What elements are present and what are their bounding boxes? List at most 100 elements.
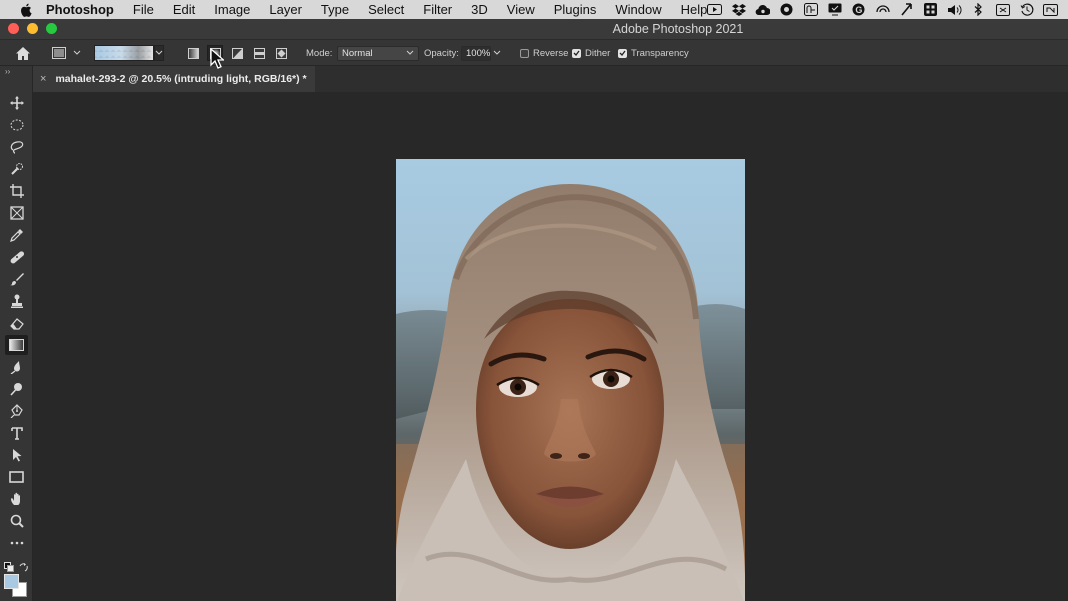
document-image[interactable] — [396, 159, 745, 601]
canvas-area[interactable] — [33, 92, 1068, 601]
window-title: Adobe Photoshop 2021 — [612, 22, 744, 36]
mouse-cursor-icon — [210, 47, 226, 75]
gradient-dropdown-button[interactable] — [154, 45, 164, 61]
opacity-control: 100% — [461, 40, 502, 66]
menu-layer[interactable]: Layer — [269, 0, 302, 19]
menu-image[interactable]: Image — [214, 0, 250, 19]
photoshop-window: { "menubar": { "app_name": "Photoshop", … — [0, 0, 1068, 601]
move-icon[interactable] — [5, 93, 28, 113]
close-tab-icon[interactable]: × — [40, 73, 46, 85]
wifi-icon[interactable] — [1043, 3, 1058, 16]
menu-filter[interactable]: Filter — [423, 0, 452, 19]
zoom-icon[interactable] — [5, 511, 28, 531]
chevron-down-icon — [406, 50, 414, 55]
hand-icon[interactable] — [5, 489, 28, 509]
display-icon[interactable] — [827, 3, 842, 16]
dither-label: Dither — [585, 47, 611, 59]
control-center-icon[interactable] — [923, 3, 938, 16]
diamond-gradient-icon[interactable] — [273, 45, 289, 61]
dropbox-icon[interactable] — [731, 3, 746, 16]
menu-edit[interactable]: Edit — [173, 0, 195, 19]
cloud-icon[interactable] — [899, 3, 914, 16]
mode-value: Normal — [342, 47, 373, 59]
document-tab-bar: × mahalet-293-2 @ 20.5% (intruding light… — [33, 66, 1068, 92]
healing-brush-icon[interactable] — [5, 247, 28, 267]
checkmark-icon — [619, 50, 626, 56]
menu-window[interactable]: Window — [615, 0, 661, 19]
clone-stamp-icon[interactable] — [5, 291, 28, 311]
frame-icon[interactable] — [5, 203, 28, 223]
brush-icon[interactable] — [5, 269, 28, 289]
home-button[interactable] — [15, 40, 31, 66]
svg-text:G: G — [855, 5, 862, 15]
opacity-dropdown-button[interactable] — [492, 45, 502, 61]
tools-panel: ›› — [0, 66, 33, 601]
gradient-type-group — [185, 40, 289, 66]
linear-gradient-icon[interactable] — [185, 45, 201, 61]
time-machine-icon[interactable] — [1019, 3, 1034, 16]
gradient-picker[interactable] — [94, 40, 164, 66]
opacity-value: 100% — [466, 47, 491, 59]
mode-control: Normal — [337, 40, 419, 66]
screen-icon[interactable] — [995, 3, 1010, 16]
chevron-down-icon — [73, 50, 81, 55]
eyedropper-icon[interactable] — [5, 225, 28, 245]
tool-preset-picker[interactable] — [52, 40, 82, 66]
options-bar: Mode: Normal Opacity: 100% Reverse Dithe… — [0, 40, 1068, 66]
opacity-label: Opacity: — [424, 47, 459, 59]
eraser-icon[interactable] — [5, 313, 28, 333]
opacity-input[interactable]: 100% — [461, 45, 491, 61]
screen-record-icon[interactable] — [707, 3, 722, 16]
document-tab-title: mahalet-293-2 @ 20.5% (intruding light, … — [55, 73, 307, 85]
gradient-swatch[interactable] — [94, 45, 154, 61]
dither-checkbox[interactable] — [572, 48, 581, 58]
checkmark-icon — [573, 50, 580, 56]
dodge-icon[interactable] — [5, 379, 28, 399]
blur-icon[interactable] — [5, 357, 28, 377]
transparency-option[interactable]: Transparency — [618, 40, 689, 66]
document-tab[interactable]: × mahalet-293-2 @ 20.5% (intruding light… — [33, 66, 315, 92]
marquee-icon[interactable] — [5, 115, 28, 135]
angle-gradient-icon[interactable] — [229, 45, 245, 61]
chevron-down-icon — [493, 50, 501, 55]
app-icon[interactable] — [803, 3, 818, 16]
grammarly-icon[interactable]: G — [851, 3, 866, 16]
expand-panel-icon[interactable]: ›› — [5, 67, 10, 76]
chevron-down-icon — [155, 50, 163, 55]
reverse-label: Reverse — [533, 47, 569, 59]
creative-cloud-icon[interactable] — [755, 3, 770, 16]
bluetooth-icon[interactable] — [971, 3, 986, 16]
menu-help[interactable]: Help — [681, 0, 708, 19]
reflected-gradient-icon[interactable] — [251, 45, 267, 61]
chrome-icon[interactable] — [779, 3, 794, 16]
menu-bar: Photoshop File Edit Image Layer Type Sel… — [0, 0, 1068, 19]
crop-icon[interactable] — [5, 181, 28, 201]
pen-icon[interactable] — [5, 401, 28, 421]
transparency-checkbox[interactable] — [618, 48, 627, 58]
menu-view[interactable]: View — [507, 0, 535, 19]
airplay-icon[interactable] — [875, 3, 890, 16]
type-icon[interactable] — [5, 423, 28, 443]
lasso-icon[interactable] — [5, 137, 28, 157]
apple-icon[interactable] — [17, 3, 35, 17]
rectangle-icon[interactable] — [5, 467, 28, 487]
menu-type[interactable]: Type — [321, 0, 349, 19]
reverse-checkbox[interactable] — [520, 48, 529, 58]
menu-plugins[interactable]: Plugins — [554, 0, 597, 19]
quick-selection-icon[interactable] — [5, 159, 28, 179]
mode-select[interactable]: Normal — [337, 45, 419, 61]
foreground-color-swatch[interactable] — [4, 574, 19, 589]
reverse-option[interactable]: Reverse — [520, 40, 568, 66]
transparency-label: Transparency — [631, 47, 689, 59]
dither-option[interactable]: Dither — [572, 40, 610, 66]
more-tools-icon[interactable] — [5, 533, 28, 553]
volume-icon[interactable] — [947, 3, 962, 16]
menu-app-name[interactable]: Photoshop — [46, 0, 114, 19]
menu-3d[interactable]: 3D — [471, 0, 488, 19]
gradient-icon[interactable] — [5, 335, 28, 355]
menu-file[interactable]: File — [133, 0, 154, 19]
swap-colors-icon[interactable] — [19, 559, 28, 577]
path-selection-icon[interactable] — [5, 445, 28, 465]
mode-label: Mode: — [306, 47, 333, 59]
menu-select[interactable]: Select — [368, 0, 404, 19]
